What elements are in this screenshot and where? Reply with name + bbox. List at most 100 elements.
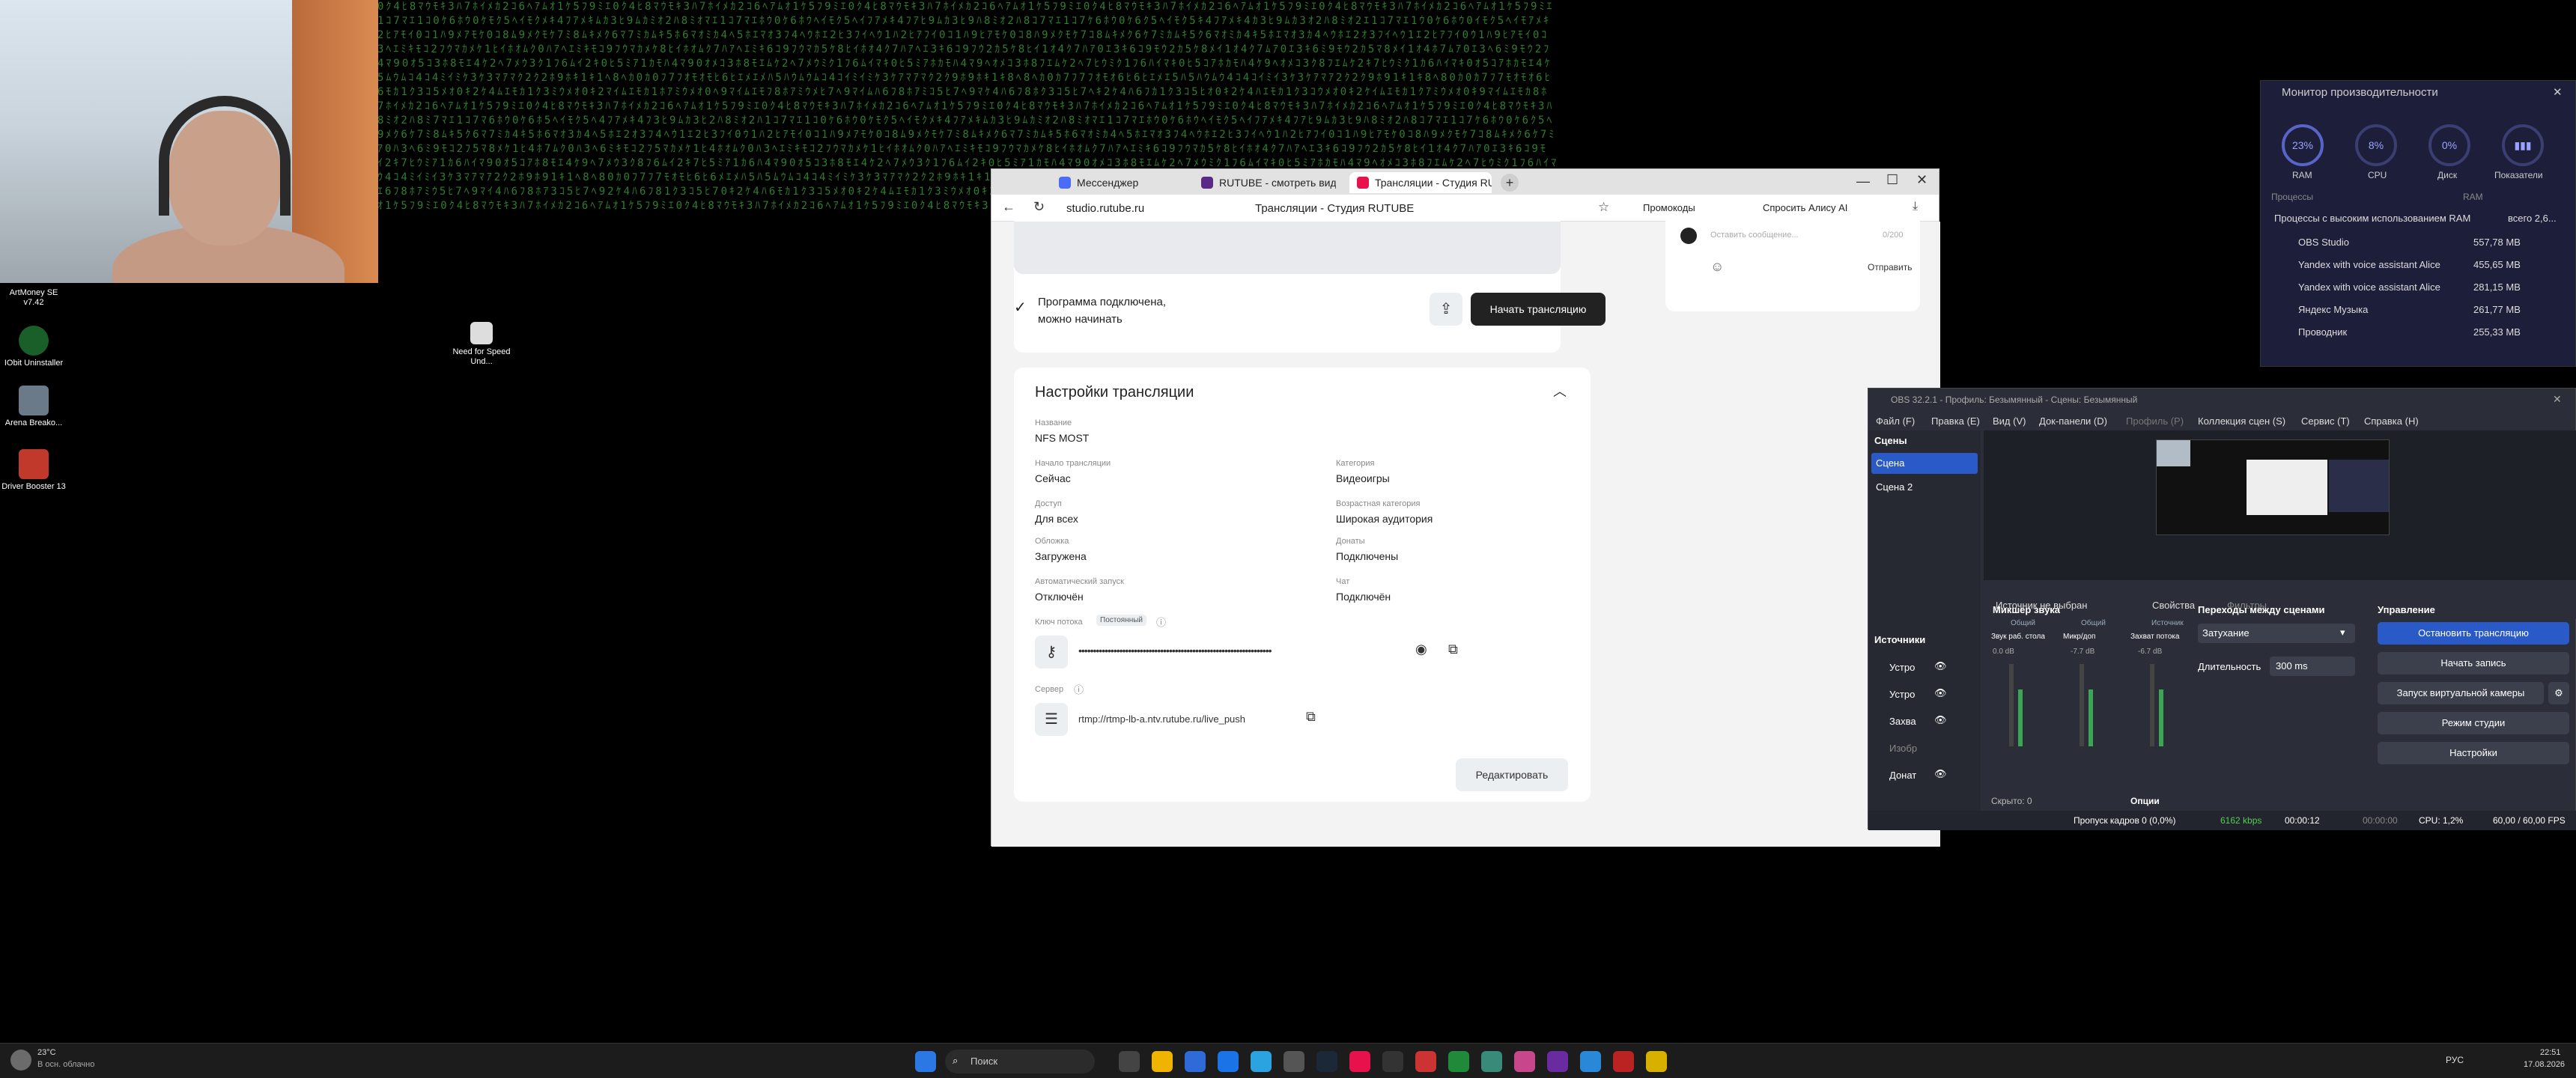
desktop-icon-nfs[interactable]: Need for Speed Und... <box>448 322 515 367</box>
app-icon[interactable] <box>1646 1051 1667 1072</box>
preview-canvas[interactable] <box>2156 439 2390 535</box>
gauge-label: CPU <box>2368 170 2387 180</box>
field-label: Название <box>1035 418 1072 427</box>
source-item[interactable]: Изобр <box>1871 739 1978 758</box>
telegram-icon[interactable] <box>1251 1051 1272 1072</box>
bookmark-icon[interactable]: ☆ <box>1598 200 1609 215</box>
start-stream-button[interactable]: Начать трансляцию <box>1471 293 1606 326</box>
rutube-icon[interactable] <box>1349 1051 1370 1072</box>
store-icon[interactable] <box>1185 1051 1206 1072</box>
ask-alice-button[interactable]: Спросить Алису AI <box>1763 202 1847 213</box>
menu-item[interactable]: Док-панели (D) <box>2039 415 2107 427</box>
menu-item[interactable]: Справка (H) <box>2364 415 2419 427</box>
language-indicator[interactable]: РУС <box>2446 1055 2464 1065</box>
explorer-icon[interactable] <box>1152 1051 1173 1072</box>
app-icon[interactable] <box>1514 1051 1535 1072</box>
close-icon[interactable]: ✕ <box>2553 85 2563 99</box>
studio-mode-button[interactable]: Режим студии <box>2378 712 2569 734</box>
channel-badge: Источник <box>2151 619 2184 627</box>
collapse-icon[interactable]: ︿ <box>1553 381 1567 401</box>
tab-messenger[interactable]: Мессенджер <box>1051 172 1179 193</box>
download-icon[interactable]: ⤓ <box>1913 200 1918 213</box>
tab-rutube[interactable]: RUTUBE - смотреть видео <box>1194 172 1336 193</box>
volume-slider[interactable] <box>2080 664 2084 746</box>
menu-item[interactable]: Профиль (P) <box>2126 415 2184 427</box>
process-row[interactable]: OBS Studio 557,78 MB <box>2271 234 2563 256</box>
emoji-icon[interactable]: ☺ <box>1710 259 1724 275</box>
copy-key-icon[interactable]: ⧉ <box>1448 642 1458 657</box>
volume-slider[interactable] <box>2150 664 2154 746</box>
field-label: Категория <box>1336 459 1375 468</box>
process-filter[interactable]: Процессы с высоким использованием RAM <box>2274 213 2470 224</box>
source-item[interactable]: Донат 👁 <box>1871 766 1978 785</box>
duration-input[interactable]: 300 ms <box>2270 657 2355 676</box>
transition-select[interactable]: Затухание ▾ <box>2198 624 2355 643</box>
process-row[interactable]: Проводник 255,33 MB <box>2271 323 2563 346</box>
scene-item[interactable]: Сцена 2 <box>1871 477 1978 498</box>
cpu-usage: CPU: 1,2% <box>2419 815 2464 826</box>
app-icon[interactable] <box>1613 1051 1634 1072</box>
source-item[interactable]: Устро 👁 <box>1871 685 1978 704</box>
options-button[interactable]: Опции <box>2130 796 2160 806</box>
reload-icon[interactable]: ↻ <box>1033 199 1045 215</box>
clock-time[interactable]: 22:51 <box>2540 1048 2561 1057</box>
show-key-icon[interactable]: ◉ <box>1415 642 1427 657</box>
back-icon[interactable]: ← <box>1002 199 1015 215</box>
metrics-gauge[interactable]: ▮▮▮ <box>2502 124 2544 166</box>
steam-icon[interactable] <box>1316 1051 1337 1072</box>
app-icon[interactable] <box>1382 1051 1403 1072</box>
desktop-icon-driver-booster[interactable]: Driver Booster 13 <box>0 449 67 492</box>
gear-icon[interactable]: ⚙ <box>2548 682 2569 704</box>
promo-link[interactable]: Промокоды <box>1643 202 1695 213</box>
source-item[interactable]: Захва 👁 <box>1871 712 1978 731</box>
stop-streaming-button[interactable]: Остановить трансляцию <box>2378 622 2569 645</box>
copy-server-icon[interactable]: ⧉ <box>1306 709 1316 725</box>
virtual-camera-button[interactable]: Запуск виртуальной камеры <box>2378 682 2544 704</box>
app-icon[interactable] <box>1547 1051 1568 1072</box>
menu-item[interactable]: Правка (E) <box>1931 415 1980 427</box>
weather-temp[interactable]: 23°C <box>37 1048 56 1057</box>
settings-button[interactable]: Настройки <box>2378 742 2569 764</box>
xbox-icon[interactable] <box>1448 1051 1469 1072</box>
process-row[interactable]: Yandex with voice assistant Alice 455,65 … <box>2271 256 2563 278</box>
start-recording-button[interactable]: Начать запись <box>2378 652 2569 674</box>
menu-item[interactable]: Сервис (T) <box>2301 415 2350 427</box>
search-box[interactable]: ⌕ Поиск <box>945 1050 1095 1074</box>
task-view-icon[interactable] <box>1119 1051 1140 1072</box>
volume-meter <box>2018 689 2023 746</box>
app-icon[interactable] <box>1580 1051 1601 1072</box>
menu-item[interactable]: Коллекция сцен (S) <box>2198 415 2285 427</box>
close-icon[interactable]: ✕ <box>2553 393 2562 406</box>
share-button[interactable]: ⇪ <box>1430 293 1462 326</box>
new-tab-button[interactable]: + <box>1501 174 1519 192</box>
edit-button[interactable]: Редактировать <box>1456 758 1568 791</box>
desktop-icon-arena[interactable]: Arena Breako... <box>0 386 67 428</box>
minimize-icon[interactable]: — <box>1856 174 1870 189</box>
volume-slider[interactable] <box>2009 664 2014 746</box>
comment-input[interactable]: Оставить сообщение... <box>1710 231 1799 240</box>
maximize-icon[interactable]: ☐ <box>1886 172 1898 188</box>
url-field[interactable]: studio.rutube.ru <box>1066 202 1144 215</box>
tab-studio[interactable]: Трансляции - Студия RUTUBE <box>1349 172 1492 193</box>
scene-item[interactable]: Сцена <box>1871 453 1978 474</box>
edge-icon[interactable] <box>1218 1051 1239 1072</box>
close-icon[interactable]: ✕ <box>1916 172 1928 188</box>
app-icon[interactable] <box>1481 1051 1502 1072</box>
process-row[interactable]: Яндекс Музыка 261,77 MB <box>2271 301 2563 323</box>
start-button[interactable] <box>915 1051 936 1072</box>
source-item[interactable]: Устро 👁 <box>1871 658 1978 677</box>
desktop-icon-label: IObit Uninstaller <box>4 359 64 368</box>
process-row[interactable]: Yandex with voice assistant Alice 281,15 … <box>2271 278 2563 301</box>
send-button[interactable]: Отправить <box>1868 262 1913 272</box>
column-header: Процессы <box>2271 192 2314 202</box>
menu-item[interactable]: Вид (V) <box>1993 415 2026 427</box>
desktop-icon-artmoney[interactable]: ArtMoney SE v7.42 <box>0 288 67 308</box>
field-value: Подключён <box>1336 591 1391 603</box>
field-value: Сейчас <box>1035 472 1071 484</box>
help-icon[interactable]: ⓘ <box>1156 615 1166 629</box>
desktop-icon-iobit[interactable]: IObit Uninstaller <box>0 326 67 368</box>
app-icon[interactable] <box>1415 1051 1436 1072</box>
help-icon[interactable]: ⓘ <box>1074 682 1084 696</box>
obs-icon[interactable] <box>1284 1051 1304 1072</box>
menu-item[interactable]: Файл (F) <box>1876 415 1915 427</box>
